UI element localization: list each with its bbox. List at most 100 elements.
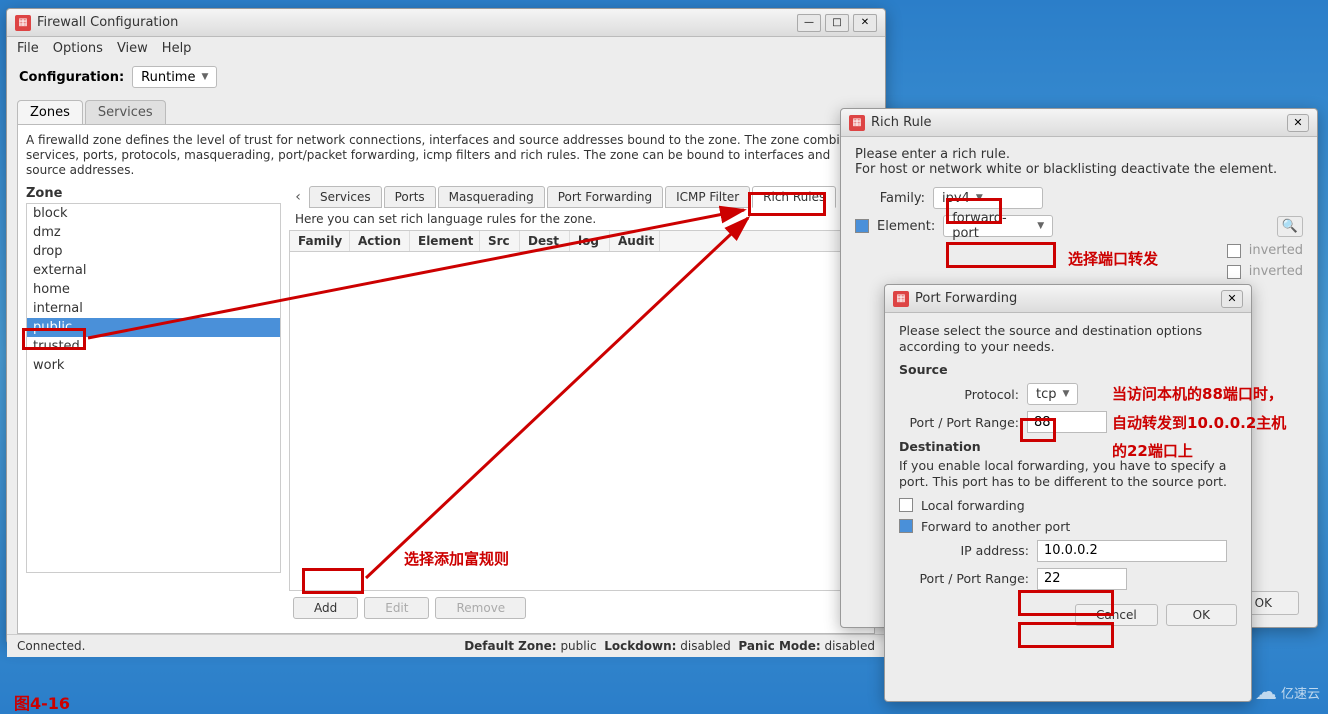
family-dropdown[interactable]: ipv4 ▼ [933,187,1043,209]
lockdown-value: disabled [680,639,731,653]
dst-port-label: Port / Port Range: [899,571,1029,586]
cancel-button[interactable]: Cancel [1075,604,1158,626]
firewall-icon: ▦ [893,291,909,307]
dst-port-input[interactable] [1037,568,1127,590]
ip-input[interactable] [1037,540,1227,562]
inverted-label-2: inverted [1249,264,1303,279]
tabs-scroll-left-icon[interactable]: ‹ [289,189,307,205]
tab-zones[interactable]: Zones [17,100,83,124]
src-port-label: Port / Port Range: [899,415,1019,430]
subtab-port-forwarding[interactable]: Port Forwarding [547,186,663,208]
zone-item[interactable]: dmz [27,223,280,242]
window-title: Firewall Configuration [37,15,797,30]
zone-list[interactable]: block dmz drop external home internal pu… [26,203,281,573]
lockdown-label: Lockdown: [604,639,676,653]
element-details-icon[interactable]: 🔍 [1277,216,1303,237]
inverted-checkbox[interactable] [1227,244,1241,258]
protocol-value: tcp [1036,387,1057,402]
inverted-checkbox-2[interactable] [1227,265,1241,279]
subtab-icmp-filter[interactable]: ICMP Filter [665,186,750,208]
close-button[interactable]: ✕ [1221,290,1243,308]
watermark: ☁ 亿速云 [1255,680,1320,705]
config-row: Configuration: Runtime ▼ [7,60,885,94]
minimize-button[interactable]: — [797,14,821,32]
family-value: ipv4 [942,191,970,206]
col-element: Element [410,231,480,251]
zone-item[interactable]: drop [27,242,280,261]
forward-another-label: Forward to another port [921,519,1070,534]
remove-button[interactable]: Remove [435,597,526,619]
col-src: Src [480,231,520,251]
pf-desc: Please select the source and destination… [899,323,1237,354]
edit-button[interactable]: Edit [364,597,429,619]
cloud-icon: ☁ [1255,680,1277,705]
rules-table-header: Family Action Element Src Dest log Audit [290,231,865,252]
pf-dest-heading: Destination [899,439,981,454]
subtab-services[interactable]: Services [309,186,382,208]
local-forwarding-checkbox[interactable] [899,498,913,512]
col-family: Family [290,231,350,251]
maximize-button[interactable]: □ [825,14,849,32]
menu-options[interactable]: Options [53,41,103,56]
element-label: Element: [877,219,935,234]
rich-rule-title: Rich Rule [871,115,1287,130]
menu-view[interactable]: View [117,41,148,56]
zone-item[interactable]: home [27,280,280,299]
chevron-down-icon: ▼ [1037,221,1044,231]
tab-services[interactable]: Services [85,100,166,124]
rules-table-body[interactable] [290,252,865,590]
local-forwarding-label: Local forwarding [921,498,1025,513]
zone-item[interactable]: block [27,204,280,223]
col-action: Action [350,231,410,251]
close-button[interactable]: ✕ [1287,114,1309,132]
close-button[interactable]: ✕ [853,14,877,32]
src-port-input[interactable] [1027,411,1107,433]
rich-rule-line1: Please enter a rich rule. [855,147,1303,162]
ip-label: IP address: [899,543,1029,558]
zone-item-selected[interactable]: public [27,318,280,337]
add-button[interactable]: Add [293,597,358,619]
subtab-masquerading[interactable]: Masquerading [438,186,545,208]
zone-description: A firewalld zone defines the level of tr… [26,133,866,178]
chevron-down-icon: ▼ [1063,389,1070,399]
protocol-dropdown[interactable]: tcp ▼ [1027,383,1078,405]
main-titlebar: ▦ Firewall Configuration — □ ✕ [7,9,885,37]
port-forwarding-dialog: ▦ Port Forwarding ✕ Please select the so… [884,284,1252,702]
pf-source-heading: Source [899,362,948,377]
status-connected: Connected. [17,639,85,653]
ok-button[interactable]: OK [1166,604,1237,626]
element-dropdown[interactable]: forward-port ▼ [943,215,1053,237]
col-log: log [570,231,610,251]
col-audit: Audit [610,231,660,251]
firewall-icon: ▦ [849,115,865,131]
menubar: File Options View Help [7,37,885,60]
menu-file[interactable]: File [17,41,39,56]
config-label: Configuration: [19,70,124,85]
default-zone-label: Default Zone: [464,639,556,653]
col-dest: Dest [520,231,570,251]
zone-item[interactable]: external [27,261,280,280]
panic-mode-label: Panic Mode: [738,639,820,653]
firewall-icon: ▦ [15,15,31,31]
subtab-rich-rules[interactable]: Rich Rules [752,186,836,208]
chevron-down-icon: ▼ [976,193,983,203]
firewall-config-window: ▦ Firewall Configuration — □ ✕ File Opti… [6,8,886,644]
element-checkbox[interactable] [855,219,869,233]
default-zone-value: public [560,639,596,653]
element-value: forward-port [952,211,1031,241]
menu-help[interactable]: Help [162,41,192,56]
family-label: Family: [855,191,925,206]
protocol-label: Protocol: [899,387,1019,402]
forward-another-checkbox[interactable] [899,519,913,533]
zone-item[interactable]: work [27,356,280,375]
config-value: Runtime [141,70,195,85]
chevron-down-icon: ▼ [201,72,208,82]
pf-dest-desc: If you enable local forwarding, you have… [899,458,1237,489]
config-dropdown[interactable]: Runtime ▼ [132,66,217,88]
zone-item[interactable]: trusted [27,337,280,356]
figure-label: 图4-16 [14,690,70,714]
zone-heading: Zone [26,186,281,201]
rich-rule-line2: For host or network white or blacklistin… [855,162,1303,177]
zone-item[interactable]: internal [27,299,280,318]
subtab-ports[interactable]: Ports [384,186,436,208]
